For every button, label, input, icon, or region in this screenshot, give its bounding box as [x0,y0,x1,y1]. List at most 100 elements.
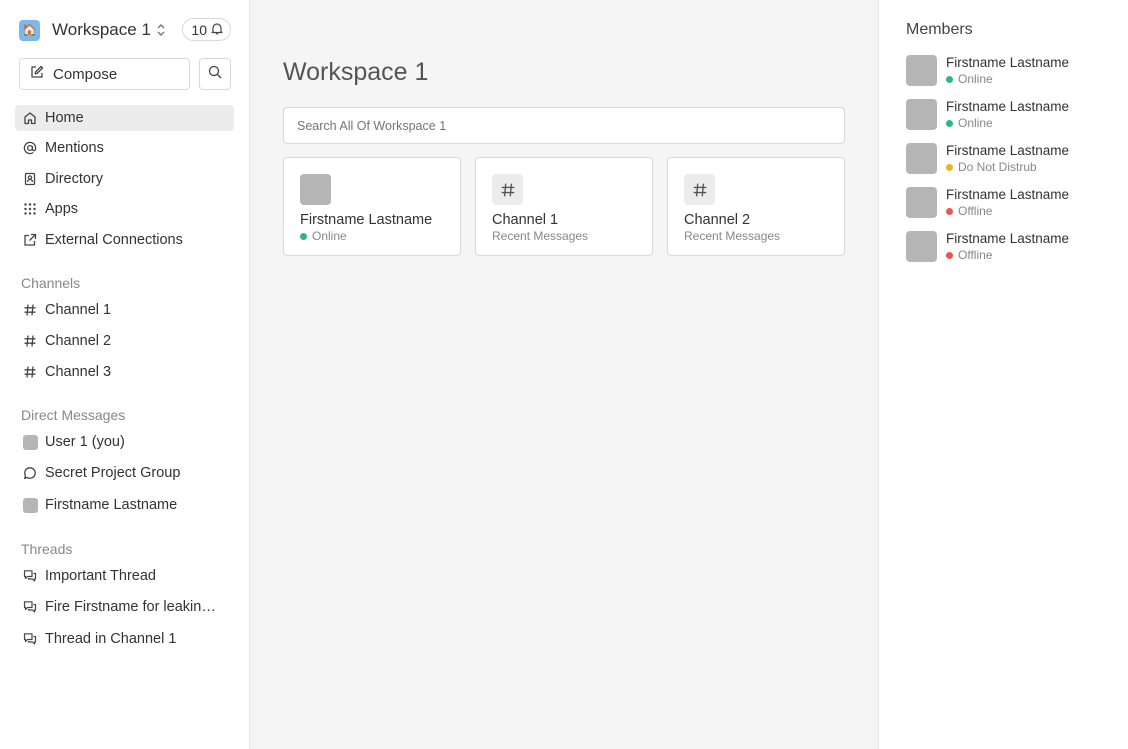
member-item[interactable]: Firstname Lastname Online [906,99,1116,131]
sidebar-item-dm-user-1[interactable]: User 1 (you) [15,429,234,455]
member-item[interactable]: Firstname Lastname Offline [906,231,1116,263]
member-status: Online [946,72,993,86]
member-status-text: Offline [958,204,993,218]
hash-icon [492,174,523,205]
edit-icon [30,65,44,83]
chat-bubble-icon [22,465,38,481]
threads-section-title[interactable]: Threads [21,541,72,557]
sidebar-item-channel-3[interactable]: Channel 3 [15,359,234,385]
nav-item-mentions[interactable]: Mentions [15,135,234,161]
status-dot [946,207,953,215]
threads-icon [22,568,38,584]
sidebar-item-channel-1[interactable]: Channel 1 [15,297,234,323]
status-dot [946,251,953,259]
member-status-text: Online [958,116,993,130]
member-item[interactable]: Firstname Lastname Offline [906,187,1116,219]
sidebar-item-dm-firstname-lastname[interactable]: Firstname Lastname [15,492,234,518]
member-status-text: Online [958,72,993,86]
member-status: Do Not Distrub [946,160,1037,174]
bell-icon [211,22,223,38]
nav-item-home[interactable]: Home [15,105,234,131]
card-status-text: Online [312,229,347,243]
member-name: Firstname Lastname [946,99,1070,114]
search-button[interactable] [199,58,231,90]
avatar [906,99,937,130]
members-title: Members [906,21,973,38]
status-dot [946,75,953,83]
hash-icon [22,364,38,380]
avatar [906,231,937,262]
search-input[interactable] [283,107,845,144]
card-channel-1[interactable]: Channel 1 Recent Messages [475,157,653,256]
card-title: Channel 1 [492,212,559,228]
channel-label: Channel 2 [45,333,112,349]
channels-section-title[interactable]: Channels [21,275,80,291]
sidebar-item-dm-secret-project-group[interactable]: Secret Project Group [15,460,234,486]
sidebar-item-thread-important[interactable]: Important Thread [15,563,234,589]
main-panel: Workspace 1 Firstname Lastname Online Ch… [250,0,878,749]
sidebar: 🏠 Workspace 1 10 Compose Home Mentions D… [0,0,250,749]
member-item[interactable]: Firstname Lastname Online [906,55,1116,87]
sidebar-item-thread-channel-1[interactable]: Thread in Channel 1 [15,626,234,652]
card-channel-2[interactable]: Channel 2 Recent Messages [667,157,845,256]
member-status-text: Offline [958,248,993,262]
member-name: Firstname Lastname [946,231,1070,246]
chevron-updown-icon[interactable] [156,23,166,37]
threads-icon [22,631,38,647]
search-icon [208,65,222,84]
hash-icon [22,333,38,349]
thread-label: Important Thread [45,568,156,584]
dm-label: User 1 (you) [45,434,125,450]
channel-label: Channel 1 [45,302,112,318]
dm-label: Firstname Lastname [45,497,178,513]
card-subtitle: Recent Messages [684,229,781,243]
status-dot [300,232,307,240]
member-name: Firstname Lastname [946,55,1070,70]
workspace-header: 🏠 Workspace 1 10 [19,17,231,43]
nav-item-label: External Connections [45,232,183,248]
nav-item-apps[interactable]: Apps [15,196,234,222]
sidebar-item-thread-fire-firstname[interactable]: Fire Firstname for leaking i... [15,594,234,620]
notifications-button[interactable]: 10 [182,18,231,41]
workspace-logo[interactable]: 🏠 [19,19,40,41]
channel-label: Channel 3 [45,364,112,380]
workspace-name[interactable]: Workspace 1 [52,20,151,40]
avatar [22,434,38,450]
compose-button[interactable]: Compose [19,58,190,90]
workspace-logo-emoji: 🏠 [22,23,37,37]
hash-icon [22,302,38,318]
card-title: Firstname Lastname [300,212,433,228]
avatar [22,497,38,513]
nav-item-label: Mentions [45,140,104,156]
nav-item-external-connections[interactable]: External Connections [15,227,234,253]
card-user[interactable]: Firstname Lastname Online [283,157,461,256]
member-item[interactable]: Firstname Lastname Do Not Distrub [906,143,1116,175]
member-status-text: Do Not Distrub [958,160,1037,174]
card-title: Channel 2 [684,212,751,228]
avatar [300,174,331,205]
thread-label: Fire Firstname for leaking i... [45,599,220,615]
avatar [906,187,937,218]
dm-section-title[interactable]: Direct Messages [21,407,125,423]
member-status: Offline [946,204,992,218]
nav-item-label: Directory [45,171,104,187]
thread-label: Thread in Channel 1 [45,631,177,647]
contacts-icon [22,171,38,187]
at-icon [22,140,38,156]
avatar [906,143,937,174]
member-status: Online [946,116,993,130]
status-dot [946,119,953,127]
dm-label: Secret Project Group [45,465,181,481]
nav-item-directory[interactable]: Directory [15,166,234,192]
home-icon [22,110,38,126]
nav-item-label: Home [45,110,84,126]
notification-count: 10 [191,21,207,38]
avatar [906,55,937,86]
nav-item-label: Apps [45,201,79,217]
member-status: Offline [946,248,992,262]
status-dot [946,163,953,171]
member-name: Firstname Lastname [946,187,1070,202]
threads-icon [22,599,38,615]
grid-icon [22,201,38,217]
sidebar-item-channel-2[interactable]: Channel 2 [15,328,234,354]
